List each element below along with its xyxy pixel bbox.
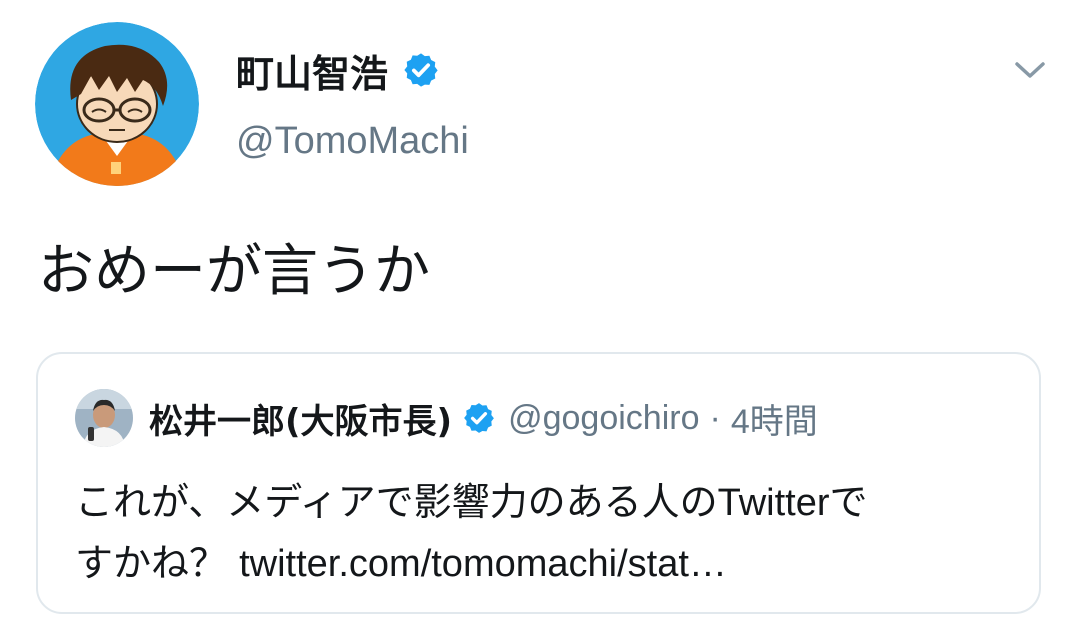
quoted-author-name[interactable]: 松井一郎(大阪市長): [149, 394, 452, 443]
quoted-text-end: で: [829, 480, 868, 524]
quoted-tweet-card[interactable]: 松井一郎(大阪市長) @gogoichiro · 4時間 これが、メディアで影響…: [36, 352, 1041, 614]
quoted-author-handle[interactable]: @gogoichiro: [508, 399, 699, 438]
quoted-text-jp: これが、メディアで影響力のある人の: [75, 480, 718, 524]
cartoon-avatar-icon: [35, 22, 199, 186]
author-handle[interactable]: @TomoMachi: [236, 120, 469, 163]
author-name-row: 町山智浩: [236, 44, 440, 96]
quoted-tweet-timestamp[interactable]: 4時間: [731, 394, 818, 443]
photo-avatar-icon: [75, 389, 133, 447]
quoted-tweet-text: これが、メディアで影響力のある人のTwitterで すかね？ twitter.c…: [75, 472, 1025, 594]
quoted-tweet-line-1: これが、メディアで影響力のある人のTwitterで: [75, 472, 1025, 533]
quoted-text-jp-2: すかね？: [75, 541, 240, 585]
quoted-tweet-line-2: すかね？ twitter.com/tomomachi/stat…: [75, 533, 1025, 594]
quoted-author-avatar[interactable]: [75, 389, 133, 447]
verified-badge-icon: [402, 51, 440, 89]
separator-dot: ·: [709, 398, 721, 437]
quoted-tweet-header: 松井一郎(大阪市長) @gogoichiro · 4時間: [75, 386, 818, 450]
author-name[interactable]: 町山智浩: [236, 43, 388, 98]
quoted-tweet-link[interactable]: twitter.com/tomomachi/stat…: [239, 543, 727, 585]
chevron-down-icon: [1015, 62, 1045, 78]
quoted-text-latin: Twitter: [717, 482, 830, 524]
author-avatar[interactable]: [35, 22, 199, 186]
tweet-text: おめーが言うか: [38, 239, 430, 304]
tweet: 町山智浩 @TomoMachi おめーが言うか 松井一郎(大阪市長) @gogo…: [0, 0, 1080, 629]
tweet-menu-button[interactable]: [1008, 52, 1052, 88]
verified-badge-icon: [462, 401, 496, 435]
